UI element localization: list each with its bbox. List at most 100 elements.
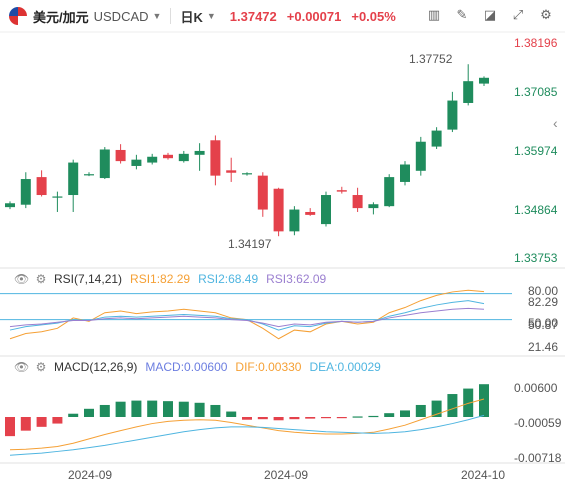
macd-bar (68, 413, 79, 417)
macd-bar (384, 413, 395, 417)
rsi-header: 👁 ⚙ RSI(7,14,21) RSI1:82.29 RSI2:68.49 R… (0, 270, 326, 288)
macd-axis-label: -0.00718 (514, 451, 562, 465)
candle-body (289, 209, 300, 232)
candle-body (36, 177, 47, 196)
candle-body (20, 179, 31, 205)
price-axis-label: 1.33753 (514, 251, 558, 265)
macd-bar (36, 417, 47, 427)
macd-bar (20, 417, 31, 431)
candle-body (147, 156, 158, 163)
chart-canvas (0, 31, 565, 464)
rsi3-value: RSI3:62.09 (266, 272, 327, 286)
macd-bar (368, 415, 379, 418)
eye-icon[interactable]: 👁 (14, 272, 29, 286)
macd-pane (5, 384, 489, 456)
rsi-axis-label: 82.29 (528, 295, 559, 309)
candle-body (415, 141, 426, 171)
price-axis-label: 1.38196 (514, 36, 558, 50)
candle-body (352, 195, 363, 209)
candle-body (194, 150, 205, 155)
candle-body (226, 170, 237, 173)
macd-bar (400, 410, 410, 417)
dea-value: DEA:0.00029 (309, 360, 381, 374)
chevron-left-icon[interactable]: ‹ (553, 115, 558, 131)
candle-body (463, 81, 474, 103)
macd-bar (336, 417, 347, 419)
macd-bar (305, 417, 316, 419)
candle-body (115, 149, 126, 162)
candle-body (479, 77, 489, 84)
candle-body (336, 190, 347, 192)
eye-icon[interactable]: 👁 (14, 360, 29, 374)
macd-bar (273, 417, 284, 421)
price-axis-label: 1.35974 (514, 144, 558, 158)
candle-body (242, 173, 252, 175)
rsi-line-rsi2 (9, 300, 485, 331)
candlestick-pane (5, 64, 489, 237)
macd-bar (289, 417, 300, 420)
macd-bar (194, 402, 205, 417)
macd-bar (115, 401, 126, 417)
macd-bar (52, 417, 63, 424)
candle-body (273, 188, 284, 232)
rsi-line-rsi3 (9, 307, 485, 328)
macd-bar (242, 417, 252, 420)
macd-line-dea (9, 414, 485, 456)
settings-icon[interactable]: ⚙ (34, 360, 48, 374)
candle-body (305, 211, 316, 215)
x-axis-label: 2024-09 (68, 468, 113, 482)
macd-name: MACD(12,26,9) (54, 360, 138, 374)
macd-bar (257, 417, 268, 420)
candle-body (99, 149, 110, 179)
macd-bar (147, 400, 158, 417)
macd-bar (352, 416, 363, 418)
macd-bar (210, 404, 221, 417)
candle-body (321, 195, 331, 225)
macd-bar (163, 401, 173, 417)
macd-axis-label: 0.00600 (514, 381, 558, 395)
rsi-axis-label: 21.46 (528, 340, 559, 354)
macd-value: MACD:0.00600 (145, 360, 228, 374)
macd-header: 👁 ⚙ MACD(12,26,9) MACD:0.00600 DIF:0.003… (0, 358, 381, 376)
macd-bar (447, 394, 458, 417)
rsi-axis-label: 50.87 (528, 318, 559, 332)
macd-bar (5, 417, 15, 437)
macd-bar (321, 417, 331, 419)
candle-body (68, 162, 79, 196)
rsi-name: RSI(7,14,21) (54, 272, 123, 286)
x-axis-label: 2024-09 (264, 468, 309, 482)
candle-body (400, 164, 410, 182)
macd-axis-label: -0.00059 (514, 416, 562, 430)
candle-body (178, 153, 189, 162)
settings-icon[interactable]: ⚙ (34, 272, 48, 286)
price-axis-label: 1.34864 (514, 203, 558, 217)
candle-body (5, 203, 15, 208)
macd-line-dif (9, 398, 485, 451)
rsi1-value: RSI1:82.29 (130, 272, 191, 286)
candle-body (210, 140, 221, 176)
macd-bar (178, 401, 189, 417)
rsi-pane (0, 289, 512, 340)
candle-body (368, 204, 379, 209)
high-annotation: 1.37752 (409, 52, 453, 66)
candle-body (163, 154, 173, 159)
macd-bar (479, 384, 489, 417)
macd-bar (99, 404, 110, 417)
candle-body (384, 177, 395, 207)
macd-bar (131, 400, 142, 417)
candle-body (131, 159, 142, 166)
rsi2-value: RSI2:68.49 (198, 272, 259, 286)
candle-body (84, 174, 94, 176)
macd-bar (84, 408, 94, 417)
candle-body (257, 175, 268, 210)
candle-body (52, 196, 63, 198)
dif-value: DIF:0.00330 (235, 360, 302, 374)
candle-body (431, 130, 442, 147)
macd-bar (226, 411, 237, 417)
price-axis-label: 1.37085 (514, 85, 558, 99)
chart-app: 美元/加元 USDCAD ▼ 日K ▼ 1.37472 +0.00071 +0.… (0, 0, 565, 487)
low-annotation: 1.34197 (228, 237, 272, 251)
candle-body (447, 100, 458, 130)
macd-bar (415, 404, 426, 417)
x-axis-label: 2024-10 (461, 468, 506, 482)
